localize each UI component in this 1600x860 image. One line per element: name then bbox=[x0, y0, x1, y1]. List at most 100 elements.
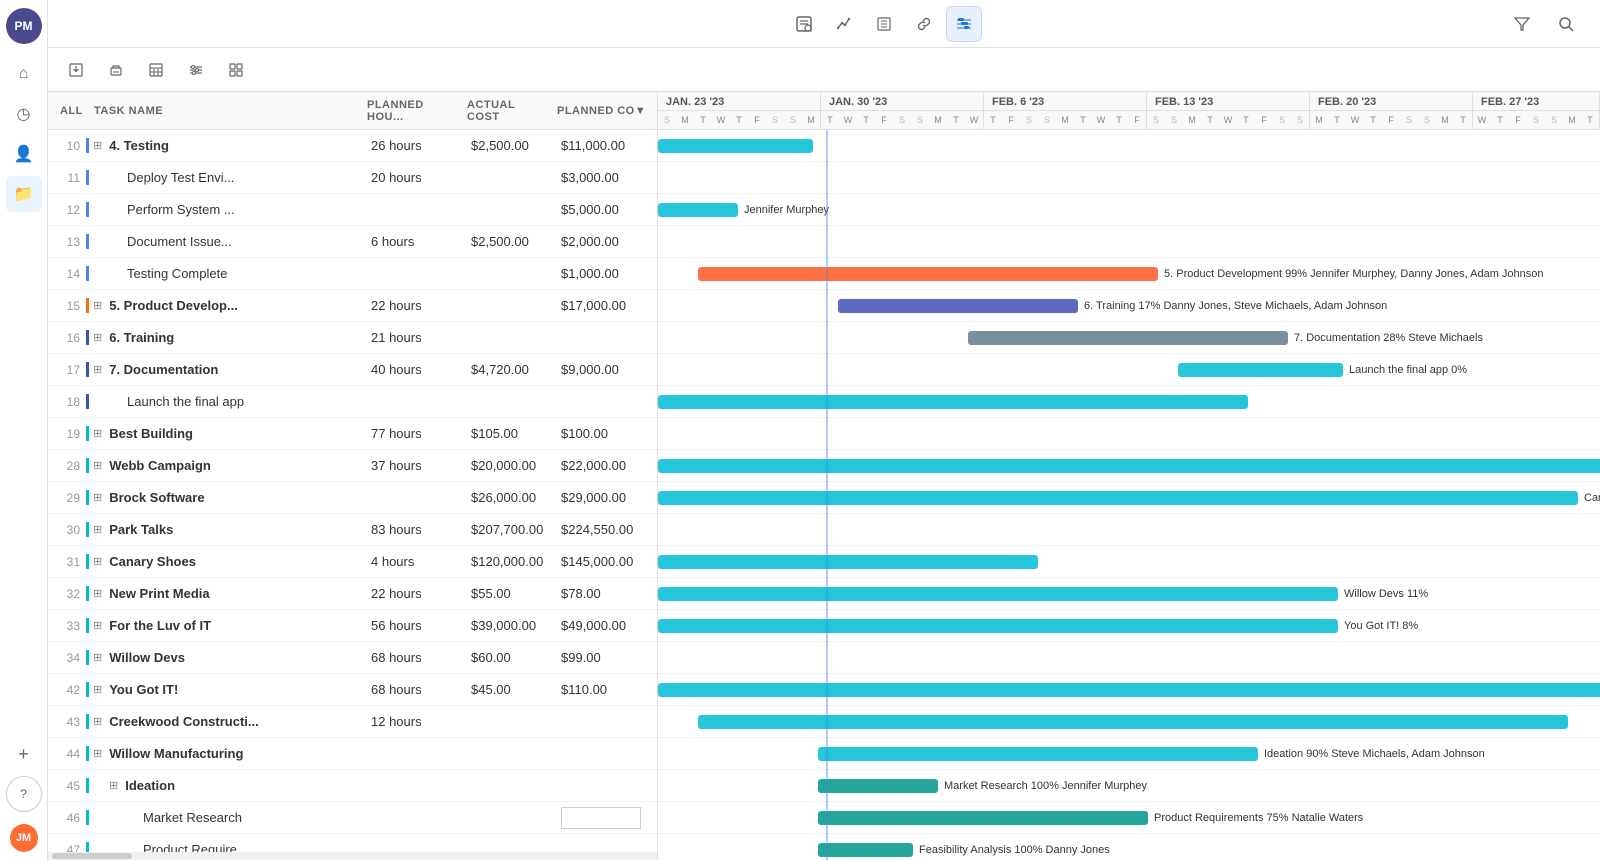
day-cell: T bbox=[1491, 111, 1509, 129]
gantt-row bbox=[658, 290, 1600, 322]
day-cell: W bbox=[965, 111, 983, 129]
task-row[interactable]: 31 ⊞ Canary Shoes 4 hours $120,000.00 $1… bbox=[48, 546, 657, 578]
task-row[interactable]: 16 ⊞ 6. Training 21 hours bbox=[48, 322, 657, 354]
expand-toggle[interactable]: ⊞ bbox=[93, 555, 102, 568]
task-name-text: Perform System ... bbox=[127, 202, 235, 217]
link-btn[interactable] bbox=[906, 6, 942, 42]
task-row[interactable]: 12 Perform System ... $5,000.00 bbox=[48, 194, 657, 226]
expand-toggle[interactable]: ⊞ bbox=[93, 331, 102, 344]
task-row[interactable]: 15 ⊞ 5. Product Develop... 22 hours $17,… bbox=[48, 290, 657, 322]
gantt-row bbox=[658, 706, 1600, 738]
chart-btn[interactable] bbox=[826, 6, 862, 42]
expand-toggle[interactable]: ⊞ bbox=[93, 427, 102, 440]
date-group: FEB. 20 '23MTWTFSSMT bbox=[1310, 92, 1473, 129]
sidebar-folder[interactable]: 📁 bbox=[6, 176, 42, 212]
task-name-cell: Deploy Test Envi... bbox=[86, 170, 367, 185]
task-row[interactable]: 32 ⊞ New Print Media 22 hours $55.00 $78… bbox=[48, 578, 657, 610]
scrollbar-thumb[interactable] bbox=[52, 853, 132, 859]
expand-toggle[interactable]: ⊞ bbox=[93, 459, 102, 472]
day-cell: T bbox=[1074, 111, 1092, 129]
task-row[interactable]: 45 ⊞ Ideation bbox=[48, 770, 657, 802]
expand-toggle[interactable]: ⊞ bbox=[93, 299, 102, 312]
expand-toggle[interactable]: ⊞ bbox=[93, 683, 102, 696]
sidebar-people[interactable]: 👤 bbox=[6, 136, 42, 172]
task-name-cell: ⊞ You Got IT! bbox=[86, 682, 367, 697]
col-planned-label[interactable]: PLANNED HOU... bbox=[363, 99, 463, 123]
expand-toggle[interactable]: ⊞ bbox=[93, 587, 102, 600]
planned-hours-cell: 37 hours bbox=[367, 458, 467, 473]
task-row[interactable]: 30 ⊞ Park Talks 83 hours $207,700.00 $22… bbox=[48, 514, 657, 546]
date-group: JAN. 30 '23TWTFSSMTW bbox=[821, 92, 984, 129]
task-name-text: 4. Testing bbox=[109, 138, 169, 153]
user-avatar[interactable]: JM bbox=[10, 824, 38, 852]
toolbar-center bbox=[786, 6, 982, 42]
task-row[interactable]: 28 ⊞ Webb Campaign 37 hours $20,000.00 $… bbox=[48, 450, 657, 482]
expand-toggle[interactable]: ⊞ bbox=[93, 651, 102, 664]
col-planc-label[interactable]: PLANNED CO▼ bbox=[553, 105, 653, 117]
task-row[interactable]: 42 ⊞ You Got IT! 68 hours $45.00 $110.00 bbox=[48, 674, 657, 706]
day-cell: M bbox=[1183, 111, 1201, 129]
task-row[interactable]: 13 Document Issue... 6 hours $2,500.00 $… bbox=[48, 226, 657, 258]
task-name-cell: ⊞ 4. Testing bbox=[86, 138, 367, 153]
settings-sub-btn[interactable] bbox=[180, 54, 212, 86]
expand-toggle[interactable]: ⊞ bbox=[93, 139, 102, 152]
row-number: 32 bbox=[48, 587, 86, 601]
task-row[interactable]: 17 ⊞ 7. Documentation 40 hours $4,720.00… bbox=[48, 354, 657, 386]
table-sub-btn[interactable] bbox=[140, 54, 172, 86]
day-cell: S bbox=[658, 111, 676, 129]
task-name-cell: Perform System ... bbox=[86, 202, 367, 217]
day-cell: T bbox=[1454, 111, 1472, 129]
gantt-btn[interactable] bbox=[946, 6, 982, 42]
filter-btn[interactable] bbox=[1504, 6, 1540, 42]
task-row[interactable]: 29 ⊞ Brock Software $26,000.00 $29,000.0… bbox=[48, 482, 657, 514]
expand-toggle[interactable]: ⊞ bbox=[93, 619, 102, 632]
expand-toggle[interactable]: ⊞ bbox=[109, 779, 118, 792]
expand-toggle[interactable]: ⊞ bbox=[93, 523, 102, 536]
print-sub-btn[interactable] bbox=[100, 54, 132, 86]
task-row[interactable]: 43 ⊞ Creekwood Constructi... 12 hours bbox=[48, 706, 657, 738]
task-name-text: Document Issue... bbox=[127, 234, 232, 249]
planned-cost-cell: $22,000.00 bbox=[557, 458, 657, 473]
actual-cost-cell: $39,000.00 bbox=[467, 618, 557, 633]
planned-cost-cell: $100.00 bbox=[557, 426, 657, 441]
expand-toggle[interactable]: ⊞ bbox=[93, 715, 102, 728]
grid-sub-btn[interactable] bbox=[220, 54, 252, 86]
task-row[interactable]: 11 Deploy Test Envi... 20 hours $3,000.0… bbox=[48, 162, 657, 194]
search-view-btn[interactable] bbox=[786, 6, 822, 42]
task-row[interactable]: 14 Testing Complete $1,000.00 bbox=[48, 258, 657, 290]
expand-toggle[interactable]: ⊞ bbox=[93, 491, 102, 504]
task-row[interactable]: 19 ⊞ Best Building 77 hours $105.00 $100… bbox=[48, 418, 657, 450]
export-sub-btn[interactable] bbox=[60, 54, 92, 86]
h-scrollbar[interactable] bbox=[48, 852, 657, 860]
list-btn[interactable] bbox=[866, 6, 902, 42]
row-number: 33 bbox=[48, 619, 86, 633]
sidebar-clock[interactable]: ◷ bbox=[6, 96, 42, 132]
gantt-row bbox=[658, 802, 1600, 834]
task-row[interactable]: 18 Launch the final app bbox=[48, 386, 657, 418]
planned-cost-input[interactable] bbox=[561, 807, 641, 829]
col-actual-label[interactable]: ACTUAL COST bbox=[463, 99, 553, 123]
planned-cost-cell: $1,000.00 bbox=[557, 266, 657, 281]
planned-cost-cell: $9,000.00 bbox=[557, 362, 657, 377]
planned-hours-cell: 68 hours bbox=[367, 682, 467, 697]
task-row[interactable]: 34 ⊞ Willow Devs 68 hours $60.00 $99.00 bbox=[48, 642, 657, 674]
col-task-label[interactable]: TASK NAME bbox=[90, 105, 363, 117]
task-row[interactable]: 10 ⊞ 4. Testing 26 hours $2,500.00 $11,0… bbox=[48, 130, 657, 162]
expand-toggle[interactable]: ⊞ bbox=[93, 747, 102, 760]
day-cell: T bbox=[821, 111, 839, 129]
actual-cost-cell: $2,500.00 bbox=[467, 234, 557, 249]
day-cell: F bbox=[1128, 111, 1146, 129]
task-row[interactable]: 47 Product Require... bbox=[48, 834, 657, 852]
row-number: 16 bbox=[48, 331, 86, 345]
search-btn[interactable] bbox=[1548, 6, 1584, 42]
task-row[interactable]: 46 Market Research bbox=[48, 802, 657, 834]
task-row[interactable]: 44 ⊞ Willow Manufacturing bbox=[48, 738, 657, 770]
task-row[interactable]: 33 ⊞ For the Luv of IT 56 hours $39,000.… bbox=[48, 610, 657, 642]
day-cell: S bbox=[893, 111, 911, 129]
sidebar-add[interactable]: + bbox=[6, 736, 42, 772]
day-cell: S bbox=[1291, 111, 1309, 129]
sidebar-home[interactable]: ⌂ bbox=[6, 56, 42, 92]
expand-toggle[interactable]: ⊞ bbox=[93, 363, 102, 376]
day-cell: S bbox=[1400, 111, 1418, 129]
sidebar-help[interactable]: ? bbox=[6, 776, 42, 812]
